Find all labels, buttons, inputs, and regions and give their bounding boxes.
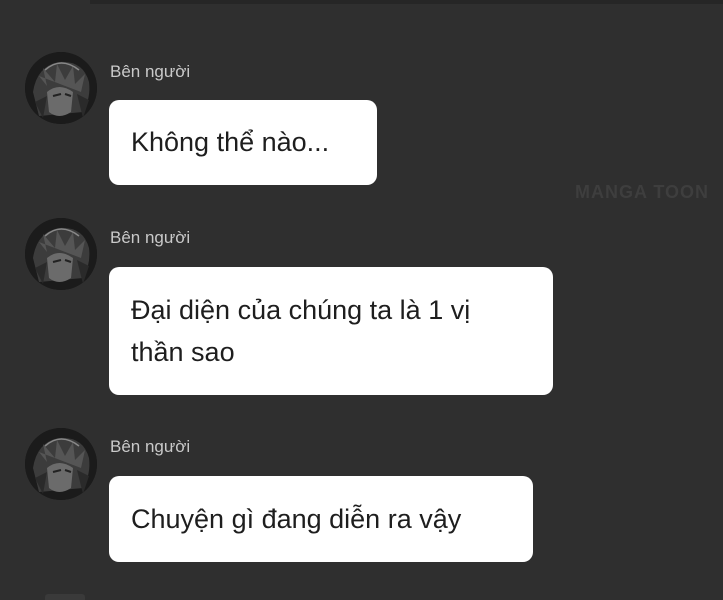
message-bubble[interactable]: Đại diện của chúng ta là 1 vị thần sao xyxy=(109,267,553,395)
message-text: Đại diện của chúng ta là 1 vị thần sao xyxy=(131,295,471,367)
sender-name: Bên người xyxy=(110,62,191,81)
message-text: Không thể nào... xyxy=(131,127,330,157)
message-bubble[interactable]: Chuyện gì đang diễn ra vậy xyxy=(109,476,533,562)
sender-name: Bên người xyxy=(110,228,191,247)
watermark: MANGA TOON xyxy=(575,182,709,202)
message-text: Chuyện gì đang diễn ra vậy xyxy=(131,504,462,534)
avatar-icon[interactable] xyxy=(25,428,97,500)
next-avatar-edge xyxy=(45,594,85,600)
avatar-icon[interactable] xyxy=(25,218,97,290)
sender-name: Bên người xyxy=(110,437,191,456)
top-divider xyxy=(90,0,723,4)
avatar-icon[interactable] xyxy=(25,52,97,124)
message-bubble[interactable]: Không thể nào... xyxy=(109,100,377,185)
